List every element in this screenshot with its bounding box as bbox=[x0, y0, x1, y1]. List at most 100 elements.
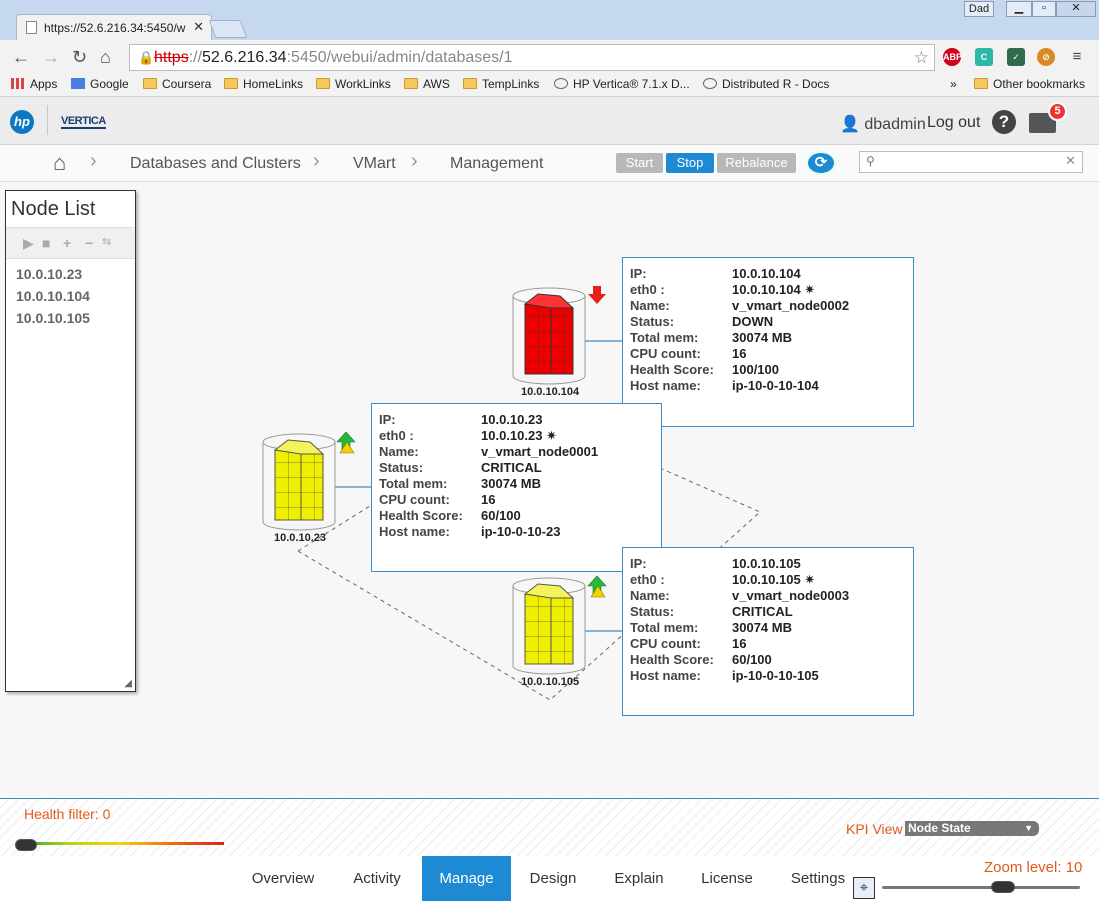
stop-button[interactable]: Stop bbox=[666, 153, 714, 173]
bookmark-hp-vertica[interactable]: HP Vertica® 7.1.x D... bbox=[554, 77, 690, 91]
node-list-item[interactable]: 10.0.10.105 bbox=[6, 308, 135, 330]
info-row: CPU count: 16 bbox=[630, 636, 849, 652]
topology-canvas[interactable]: 10.0.10.23 10.0.10.104 10.0.10.105 IP: 10… bbox=[0, 182, 1099, 798]
tab-license[interactable]: License bbox=[694, 856, 760, 901]
zoom-slider[interactable] bbox=[882, 886, 1080, 889]
home-icon[interactable]: ⌂ bbox=[53, 150, 66, 176]
profile-button[interactable]: Dad bbox=[964, 1, 994, 17]
bookmark-apps[interactable]: Apps bbox=[11, 77, 57, 91]
info-value: 30074 MB bbox=[481, 476, 541, 491]
help-icon[interactable]: ? bbox=[992, 110, 1016, 134]
info-row: IP: 10.0.10.104 bbox=[630, 266, 849, 282]
info-key: CPU count: bbox=[630, 636, 701, 651]
browser-tab[interactable]: https://52.6.216.34:5450/w ✕ bbox=[16, 14, 212, 40]
info-key: Total mem: bbox=[379, 476, 448, 491]
bookmarks-overflow[interactable]: » bbox=[950, 77, 957, 91]
rebalance-button[interactable]: Rebalance bbox=[717, 153, 796, 173]
insecure-lock-icon: 🔒 bbox=[138, 50, 155, 65]
info-key: Status: bbox=[630, 314, 675, 329]
minimize-button[interactable]: ▁ bbox=[1006, 1, 1032, 17]
info-key: Status: bbox=[630, 604, 675, 619]
zoom-slider-handle[interactable] bbox=[991, 881, 1015, 893]
home-button-icon[interactable]: ⌂ bbox=[100, 47, 111, 68]
forward-icon[interactable]: → bbox=[42, 47, 60, 68]
node-list-title: Node List bbox=[11, 198, 96, 220]
address-bar[interactable]: 🔒 https://52.6.216.34:5450/webui/admin/d… bbox=[129, 44, 935, 71]
notification-badge: 5 bbox=[1048, 102, 1067, 121]
adblock-icon[interactable]: ABP bbox=[943, 48, 962, 66]
node-label: 10.0.10.105 bbox=[521, 676, 580, 688]
health-filter-slider-handle[interactable] bbox=[15, 839, 37, 851]
start-node-icon[interactable]: ▶ bbox=[23, 235, 34, 252]
google-icon bbox=[71, 78, 85, 89]
remove-node-icon[interactable]: − bbox=[85, 235, 93, 251]
vertica-logo: VERTICA bbox=[61, 115, 106, 129]
tab-manage[interactable]: Manage bbox=[422, 856, 511, 901]
info-key: IP: bbox=[630, 266, 647, 281]
search-icon: ⚲ bbox=[866, 154, 875, 168]
info-row: Host name: ip-10-0-10-104 bbox=[630, 378, 849, 394]
stop-node-icon[interactable]: ■ bbox=[42, 235, 50, 251]
folder-icon bbox=[143, 78, 157, 89]
info-row: Host name: ip-10-0-10-105 bbox=[630, 668, 849, 684]
info-row: CPU count: 16 bbox=[630, 346, 849, 362]
down-arrow-icon bbox=[588, 286, 606, 304]
info-row: Health Score: 100/100 bbox=[630, 362, 849, 378]
extension-c-icon[interactable]: C bbox=[975, 48, 993, 66]
tab-design[interactable]: Design bbox=[523, 856, 583, 901]
replace-node-icon[interactable]: ⇆ bbox=[102, 235, 111, 248]
info-key: eth0 : bbox=[630, 282, 665, 297]
tab-overview[interactable]: Overview bbox=[245, 856, 321, 901]
bookmark-coursera[interactable]: Coursera bbox=[143, 77, 211, 91]
new-tab-button[interactable] bbox=[208, 20, 248, 38]
info-row: IP: 10.0.10.23 bbox=[379, 412, 598, 428]
wordpress-icon bbox=[703, 78, 717, 89]
kpi-view-label: KPI View bbox=[846, 821, 903, 837]
breadcrumb-vmart[interactable]: VMart bbox=[353, 155, 396, 173]
target-icon[interactable]: ⌖ bbox=[853, 877, 875, 899]
bookmark-templinks[interactable]: TempLinks bbox=[463, 77, 539, 91]
bookmark-distributed-r[interactable]: Distributed R - Docs bbox=[703, 77, 829, 91]
extension-check-icon[interactable]: ✓ bbox=[1007, 48, 1025, 66]
start-button[interactable]: Start bbox=[616, 153, 663, 173]
other-bookmarks[interactable]: Other bookmarks bbox=[974, 77, 1085, 91]
tab-settings[interactable]: Settings bbox=[782, 856, 854, 901]
kpi-view-select[interactable]: Node State ▼ bbox=[905, 821, 1039, 836]
info-key: Total mem: bbox=[630, 330, 699, 345]
health-filter-slider[interactable] bbox=[17, 842, 224, 845]
menu-icon[interactable]: ≡ bbox=[1068, 48, 1086, 66]
info-value: CRITICAL bbox=[732, 604, 793, 619]
close-tab-icon[interactable]: ✕ bbox=[193, 19, 204, 35]
bookmark-homelinks[interactable]: HomeLinks bbox=[224, 77, 303, 91]
info-value: ip-10-0-10-104 bbox=[732, 378, 819, 393]
node-list-item[interactable]: 10.0.10.104 bbox=[6, 286, 135, 308]
bookmark-worklinks[interactable]: WorkLinks bbox=[316, 77, 391, 91]
breadcrumb-management: Management bbox=[450, 155, 544, 172]
reload-icon[interactable]: ↻ bbox=[72, 47, 87, 68]
node-list-item[interactable]: 10.0.10.23 bbox=[6, 264, 135, 286]
tab-explain[interactable]: Explain bbox=[606, 856, 672, 901]
bookmark-google[interactable]: Google bbox=[71, 77, 129, 91]
info-row: Name: v_vmart_node0003 bbox=[630, 588, 849, 604]
info-row: Name: v_vmart_node0002 bbox=[630, 298, 849, 314]
add-node-icon[interactable]: + bbox=[63, 235, 71, 251]
close-window-button[interactable]: ✕ bbox=[1056, 1, 1096, 17]
clear-search-icon[interactable]: ✕ bbox=[1065, 153, 1076, 169]
bookmark-star-icon[interactable]: ☆ bbox=[914, 48, 929, 68]
refresh-icon[interactable]: ⟳ bbox=[806, 151, 836, 175]
user-menu[interactable]: 👤 dbadmin bbox=[840, 114, 926, 134]
maximize-button[interactable]: ▫ bbox=[1032, 1, 1056, 17]
search-input[interactable]: ⚲ ✕ bbox=[859, 151, 1083, 173]
back-icon[interactable]: ← bbox=[12, 47, 30, 68]
info-value: 10.0.10.105 bbox=[732, 556, 801, 571]
resize-handle-icon[interactable]: ◢ bbox=[124, 678, 132, 689]
tab-activity[interactable]: Activity bbox=[341, 856, 413, 901]
extension-block-icon[interactable]: ⊘ bbox=[1037, 48, 1055, 66]
logout-link[interactable]: Log out bbox=[927, 114, 980, 132]
info-row: IP: 10.0.10.105 bbox=[630, 556, 849, 572]
info-key: Health Score: bbox=[379, 508, 463, 523]
breadcrumb-databases[interactable]: Databases and Clusters bbox=[130, 155, 301, 173]
info-value: 16 bbox=[732, 346, 747, 361]
bookmark-aws[interactable]: AWS bbox=[404, 77, 450, 91]
info-row: eth0 : 10.0.10.105 ✷ bbox=[630, 572, 849, 588]
